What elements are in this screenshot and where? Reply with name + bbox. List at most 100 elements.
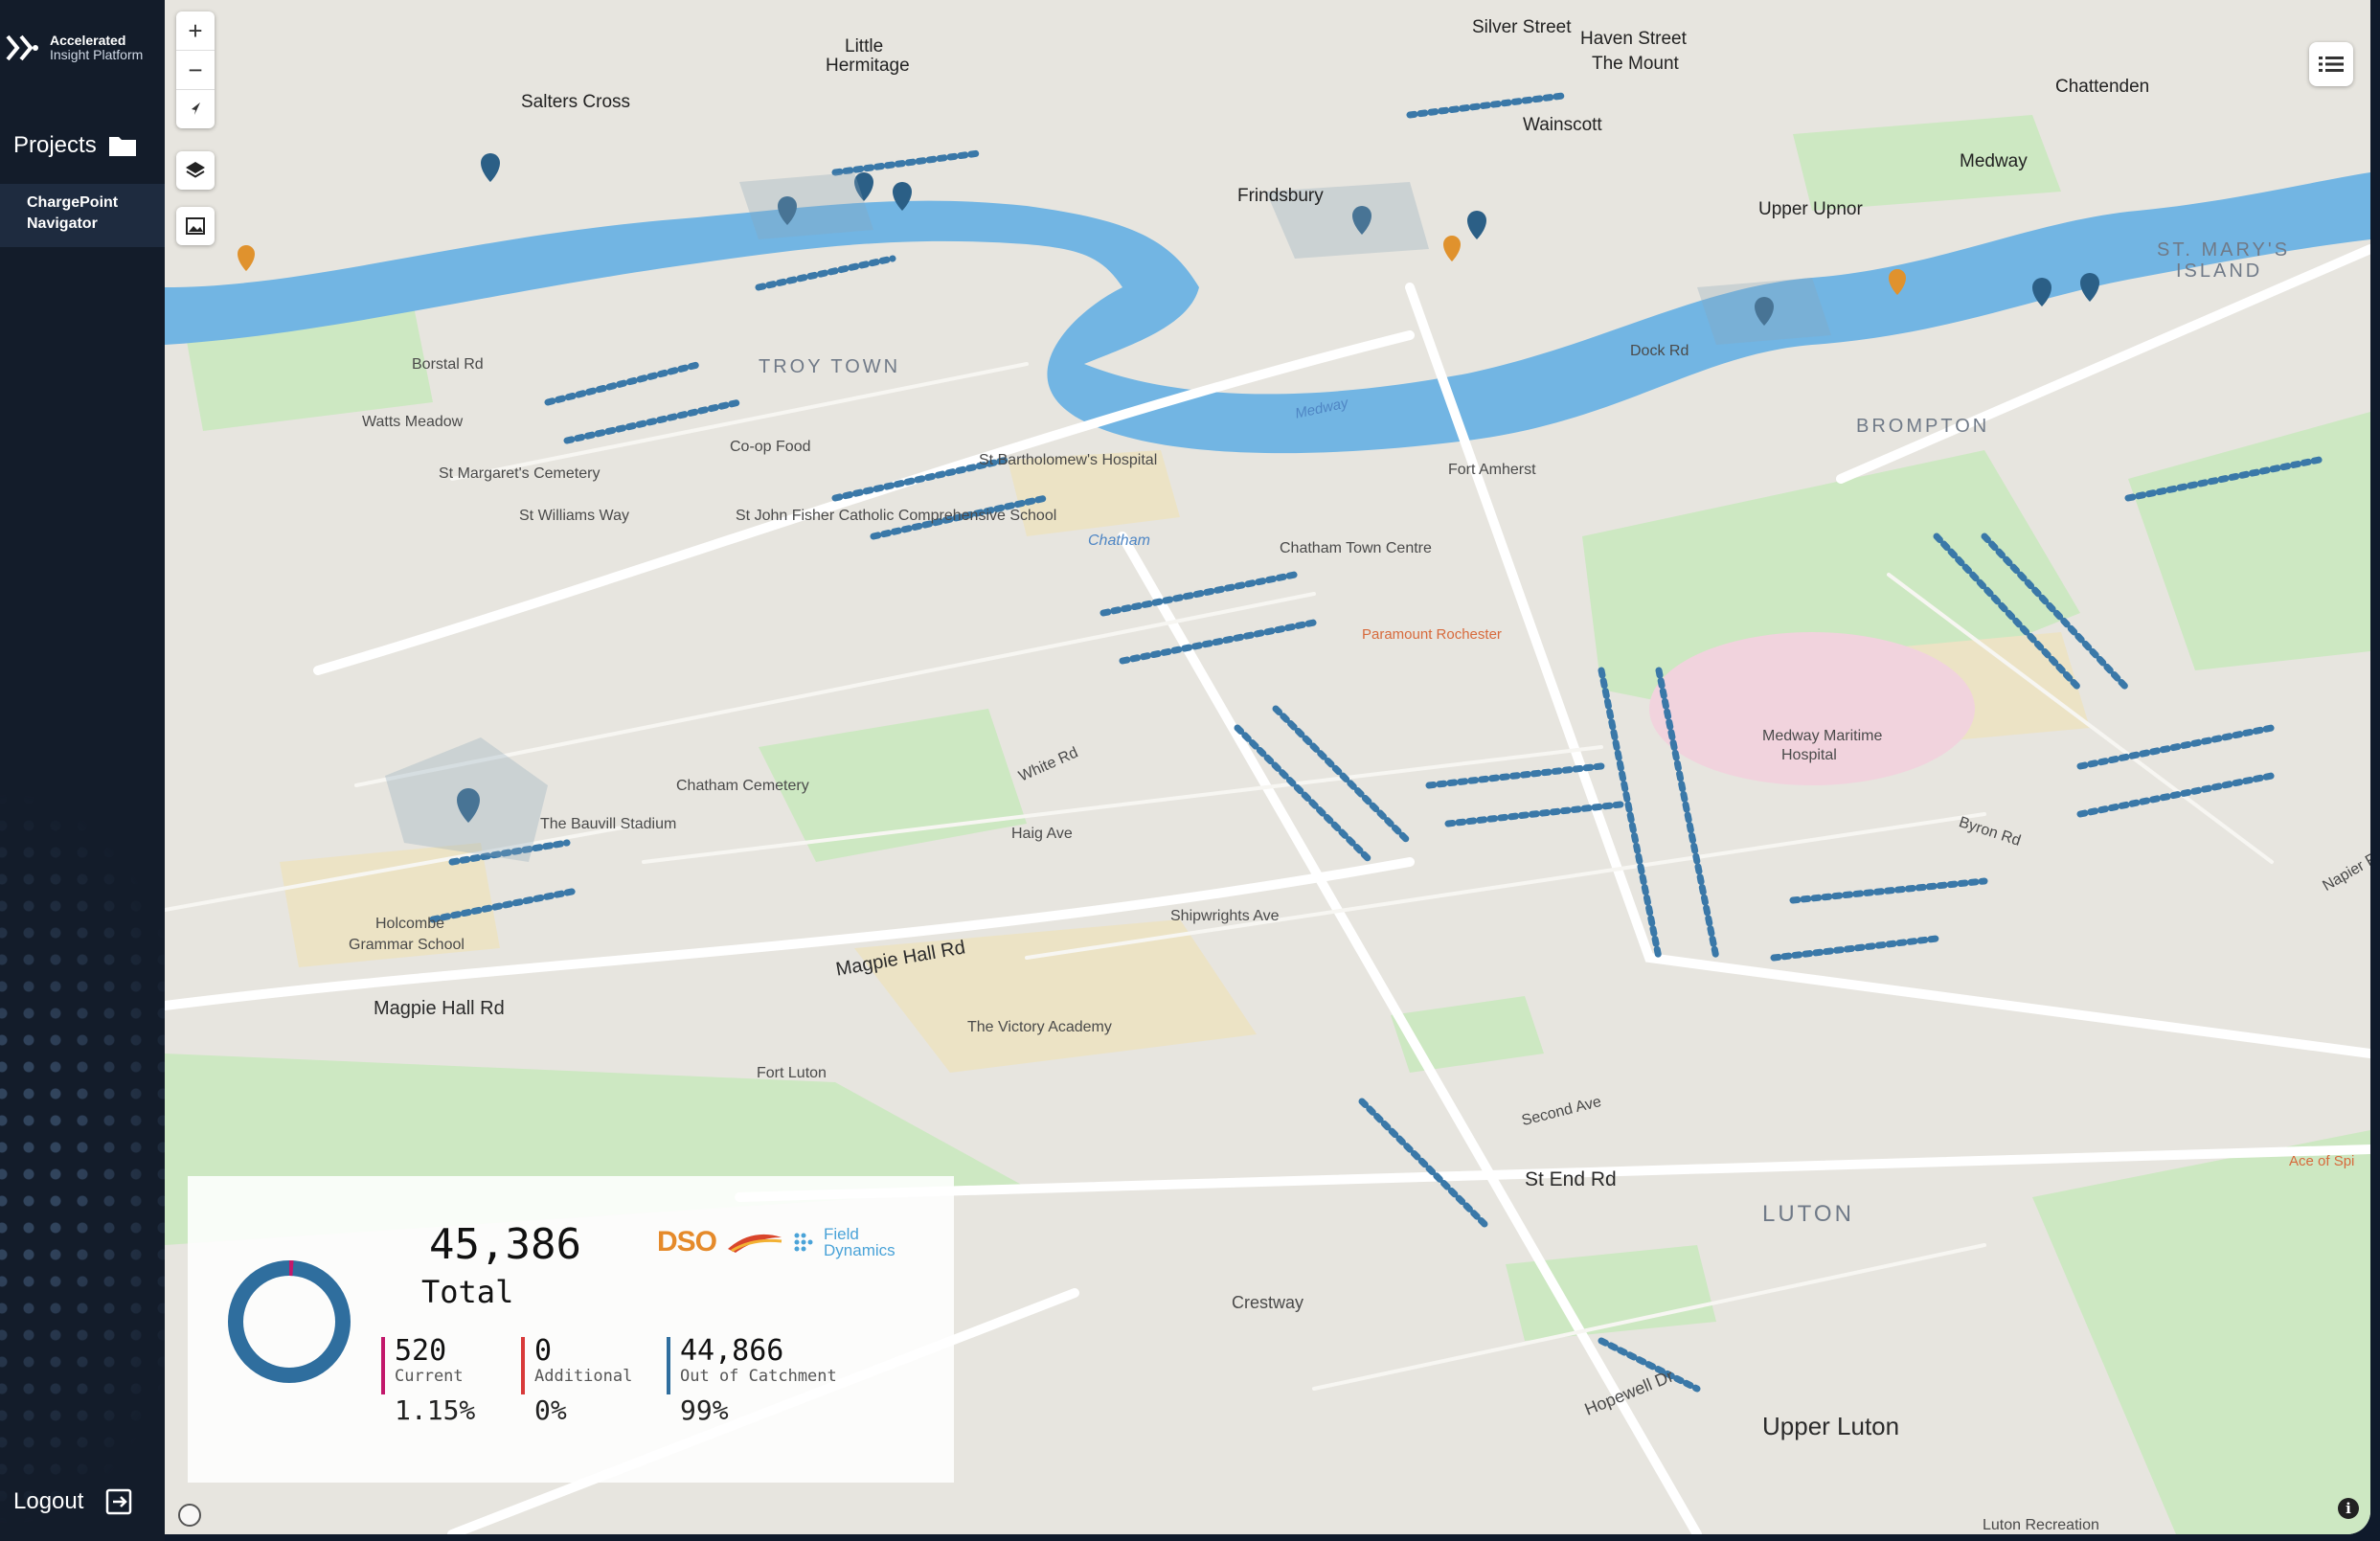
map-label-shipwrights-ave: Shipwrights Ave — [1170, 908, 1280, 924]
map-label-little-hermitage-1: Little — [845, 36, 884, 57]
total-label: Total — [421, 1274, 514, 1310]
map-label-crestway: Crestway — [1232, 1293, 1304, 1312]
dso-swoosh-icon — [728, 1234, 782, 1253]
map-label-watts-meadow: Watts Meadow — [362, 414, 464, 430]
logout-icon — [106, 1488, 132, 1515]
stat-current-bar — [381, 1337, 385, 1394]
map-label-st-john-fisher: St John Fisher Catholic Comprehensive Sc… — [736, 508, 1057, 524]
map-label-chatham: Chatham — [1088, 533, 1150, 549]
map-label-medway-top: Medway — [1960, 151, 2028, 171]
app-logo[interactable]: Accelerated Insight Platform — [4, 29, 143, 67]
zoom-in-button[interactable]: + — [176, 11, 215, 51]
map-label-st-bartholomews: St Bartholomew's Hospital — [979, 452, 1158, 468]
map-label-paramount-rochester: Paramount Rochester — [1362, 626, 1502, 643]
logo-text: Accelerated Insight Platform — [50, 34, 143, 62]
map-label-chattenden: Chattenden — [2055, 77, 2150, 97]
image-icon — [186, 217, 205, 235]
compass-arrow-icon — [192, 102, 200, 115]
field-dynamics-logo: Field Dynamics — [824, 1226, 895, 1258]
field-dynamics-line-1: Field — [824, 1225, 859, 1243]
map-label-st-williams-way: St Williams Way — [519, 508, 629, 524]
sidebar-item-chargepoint-navigator[interactable]: ChargePoint Navigator — [0, 184, 165, 247]
stat-out-of-catchment-pct: 99% — [680, 1394, 729, 1426]
project-name-line-2: Navigator — [27, 215, 98, 232]
map-label-st-marys-1: ST. MARY'S — [2157, 239, 2291, 261]
info-icon: i — [2346, 1500, 2351, 1517]
image-export-button[interactable] — [176, 207, 215, 245]
map-label-st-margarets-cemetery: St Margaret's Cemetery — [439, 465, 601, 482]
partner-logos: DSO Field Dynamics — [657, 1226, 895, 1258]
field-dynamics-icon — [794, 1233, 813, 1252]
map-label-troy-town: TROY TOWN — [759, 356, 901, 377]
map-label-the-mount: The Mount — [1592, 54, 1679, 74]
stat-current-value: 520 — [395, 1334, 447, 1368]
field-dynamics-line-2: Dynamics — [824, 1241, 895, 1259]
stat-additional-label: Additional — [534, 1367, 633, 1386]
logo-chevron-icon — [6, 34, 38, 61]
decorative-dot-pattern — [0, 785, 165, 1532]
map-label-bauvill-stadium: The Bauvill Stadium — [540, 816, 677, 832]
projects-label: Projects — [13, 132, 97, 158]
stat-current-pct: 1.15% — [395, 1394, 476, 1426]
stat-out-of-catchment: 44,866 Out of Catchment 99% — [667, 1335, 837, 1426]
map-label-co-op-food: Co-op Food — [730, 439, 811, 455]
stat-current-label: Current — [395, 1367, 464, 1386]
list-icon — [2319, 57, 2344, 72]
logo-line-1: Accelerated — [50, 33, 126, 48]
stat-additional: 0 Additional 0% — [521, 1335, 632, 1426]
map-label-fort-amherst: Fort Amherst — [1448, 462, 1536, 478]
map-label-st-end-rd: St End Rd — [1525, 1168, 1617, 1190]
stat-additional-pct: 0% — [534, 1394, 567, 1426]
map-label-chatham-town-centre: Chatham Town Centre — [1280, 540, 1432, 556]
map-orientation-button[interactable] — [178, 1504, 201, 1527]
sidebar: Accelerated Insight Platform Projects Ch… — [0, 0, 165, 1541]
map-label-st-marys-2: ISLAND — [2176, 261, 2263, 282]
projects-nav-item[interactable]: Projects — [13, 132, 137, 159]
map-label-holcombe-1: Holcombe — [375, 916, 445, 932]
zoom-out-button[interactable]: − — [176, 51, 215, 90]
map-label-victory-academy: The Victory Academy — [967, 1019, 1112, 1035]
map-label-chatham-cemetery: Chatham Cemetery — [676, 778, 809, 794]
stat-out-of-catchment-bar — [667, 1337, 670, 1394]
compass-button[interactable] — [176, 90, 215, 128]
map-label-upper-upnor: Upper Upnor — [1758, 199, 1863, 219]
stat-out-of-catchment-value: 44,866 — [680, 1334, 784, 1368]
donut-out-of-catchment-segment — [228, 1260, 351, 1383]
map-label-wainscott: Wainscott — [1523, 115, 1602, 135]
map-label-salters-cross: Salters Cross — [521, 92, 631, 112]
map-label-little-hermitage-2: Hermitage — [826, 56, 910, 76]
stat-current: 520 Current 1.15% — [381, 1335, 475, 1426]
map-label-holcombe-2: Grammar School — [349, 937, 465, 953]
map-label-dock-rd: Dock Rd — [1630, 343, 1689, 359]
map-label-luton-recreation: Luton Recreation — [1983, 1517, 2099, 1533]
map-label-medway-maritime-1: Medway Maritime — [1762, 728, 1883, 744]
folder-icon — [108, 137, 136, 156]
map-label-ace-of-spades: Ace of Spi — [2289, 1153, 2355, 1169]
catchment-donut-chart — [228, 1260, 351, 1383]
logout-button[interactable]: Logout — [13, 1487, 133, 1516]
map-label-brompton: BROMPTON — [1856, 416, 1990, 437]
map-label-haven-street: Haven Street — [1580, 29, 1687, 49]
total-value: 45,386 — [429, 1220, 581, 1269]
dso-logo: DSO — [657, 1226, 717, 1258]
layers-icon — [186, 162, 205, 178]
map-label-luton: LUTON — [1762, 1201, 1854, 1227]
map-label-medway-maritime-2: Hospital — [1781, 747, 1837, 763]
map-label-borstal-rd: Borstal Rd — [412, 356, 484, 373]
stat-additional-bar — [521, 1337, 525, 1394]
map-info-button[interactable]: i — [2338, 1498, 2359, 1519]
stat-out-of-catchment-label: Out of Catchment — [680, 1367, 837, 1386]
logo-line-2: Insight Platform — [50, 47, 144, 62]
map-label-haig-ave: Haig Ave — [1011, 826, 1073, 842]
map-label-magpie-hall-rd: Magpie Hall Rd — [374, 998, 505, 1019]
map-view[interactable]: Little Hermitage Salters Cross Silver St… — [165, 0, 2370, 1534]
catchment-stats-panel: 45,386 Total 520 Current 1.15% 0 Additio… — [188, 1176, 954, 1483]
project-name-line-1: ChargePoint — [27, 194, 119, 211]
stat-additional-value: 0 — [534, 1334, 553, 1368]
layer-list-button[interactable] — [2309, 42, 2353, 86]
layers-button[interactable] — [176, 151, 215, 190]
map-label-upper-luton: Upper Luton — [1762, 1412, 1900, 1440]
map-label-silver-street: Silver Street — [1472, 17, 1572, 37]
map-label-frindsbury: Frindsbury — [1237, 186, 1324, 206]
map-label-fort-luton: Fort Luton — [757, 1065, 827, 1081]
